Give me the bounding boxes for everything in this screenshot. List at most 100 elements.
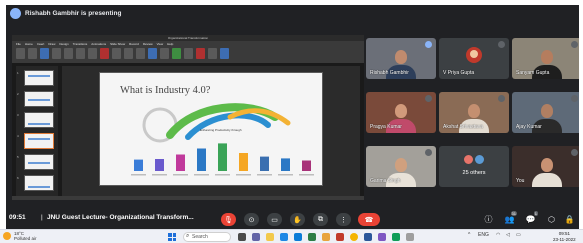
cut-icon [28, 48, 37, 59]
font-color-icon [100, 48, 109, 59]
store-icon[interactable] [322, 233, 330, 241]
separator: | [41, 214, 43, 221]
diagram-center-label: Enhancing Productivity through [200, 128, 242, 132]
ribbon-tab[interactable]: Record [129, 42, 139, 46]
bar-caption [173, 174, 188, 176]
chat-badge: 1 [533, 211, 538, 216]
chat-icon: 💬 [525, 215, 536, 224]
others-avatars-icon [463, 154, 485, 165]
current-slide: What is Industry 4.0? Enhancing Producti… [99, 72, 323, 186]
app-icon-2[interactable] [392, 233, 400, 241]
app-icon[interactable] [378, 233, 386, 241]
host-controls-button[interactable]: 🔒 [564, 214, 575, 225]
participant-tile[interactable]: Akshat Srivastava [439, 92, 509, 133]
meet-window: Rishabh Gambhir is presenting Organizati… [6, 5, 579, 229]
start-button[interactable] [168, 233, 176, 241]
mail-icon[interactable] [294, 233, 302, 241]
ribbon-tab[interactable]: File [16, 42, 21, 46]
raise-hand-button[interactable]: ✋ [290, 213, 305, 226]
camera-button[interactable]: ⊙ [244, 213, 259, 226]
ribbon-tab[interactable]: View [157, 42, 163, 46]
info-icon: ⓘ [484, 215, 493, 224]
diagram-bar [260, 156, 269, 171]
ribbon-tab[interactable]: Review [143, 42, 153, 46]
chrome-icon[interactable] [350, 233, 358, 241]
font-icon [64, 48, 73, 59]
mic-muted-icon [498, 41, 505, 48]
activities-button[interactable]: ⬡ [546, 214, 557, 225]
edge-icon[interactable] [280, 233, 288, 241]
slide-thumbnail[interactable] [24, 112, 54, 128]
slide-thumbnail[interactable] [24, 91, 54, 107]
slide-thumbnails: 1 2 3 4 5 6 [16, 66, 58, 196]
slide-thumbnail[interactable] [24, 154, 54, 170]
ribbon-tab[interactable]: Insert [37, 42, 45, 46]
participant-tile[interactable]: Sanyam Gupta [512, 38, 579, 79]
participant-avatar-icon [466, 47, 482, 63]
thumbnail-number: 4 [17, 134, 19, 138]
presenter-avatar-icon [10, 8, 21, 19]
task-view-icon[interactable] [238, 233, 246, 241]
meeting-details-button[interactable]: ⓘ [483, 214, 494, 225]
slide-thumbnail[interactable] [24, 133, 54, 149]
speaker-icon[interactable]: ◁ [506, 232, 510, 238]
participant-tile[interactable]: 25 others [439, 146, 509, 187]
participant-name: Garima Singh [370, 178, 401, 184]
slide-thumbnail[interactable] [24, 175, 54, 191]
presenting-text: Rishabh Gambhir is presenting [25, 10, 122, 17]
chat-button[interactable]: 💬 1 [525, 211, 538, 225]
weather-widget[interactable]: 18°C Polluted air [3, 231, 37, 241]
participants-button[interactable]: 👥 31 [504, 211, 517, 225]
ribbon-tab[interactable]: Animations [91, 42, 106, 46]
powerpoint-icon[interactable] [336, 233, 344, 241]
taskbar-search[interactable]: Search [183, 232, 231, 242]
leave-call-button[interactable]: ☎ [358, 213, 380, 226]
tray-chevron-icon[interactable]: ^ [468, 232, 470, 238]
word-icon[interactable] [364, 233, 372, 241]
ribbon-tab[interactable]: Home [25, 42, 33, 46]
bullets-icon [124, 48, 133, 59]
file-explorer-icon[interactable] [266, 233, 274, 241]
shapes-icon: ⬡ [548, 215, 555, 224]
present-icon: ⧉ [318, 215, 323, 223]
participant-tile[interactable]: Rishabh Gambhir [366, 38, 436, 79]
teams-icon[interactable] [252, 233, 260, 241]
participant-tile[interactable]: Pragya Kumar [366, 92, 436, 133]
captions-button[interactable]: ▭ [267, 213, 282, 226]
ribbon-tab[interactable]: Help [167, 42, 173, 46]
present-button[interactable]: ⧉ [313, 213, 328, 226]
bar-caption [299, 174, 314, 176]
speaking-icon [425, 41, 432, 48]
layout-icon [52, 48, 61, 59]
meeting-controls-bar: 09:51 | JNU Guest Lecture- Organizationa… [6, 210, 579, 229]
mic-off-button[interactable]: 🎙 [221, 213, 236, 226]
shapes-icon [136, 48, 145, 59]
mic-muted-icon [571, 41, 578, 48]
excel-icon[interactable] [308, 233, 316, 241]
ribbon-tab[interactable]: Slide Show [110, 42, 125, 46]
lock-icon: 🔒 [564, 215, 575, 224]
language-indicator[interactable]: ENG [478, 232, 489, 238]
taskbar-clock[interactable]: 09:51 23-11-2022 [553, 231, 576, 242]
more-options-button[interactable]: ⋮ [336, 213, 351, 226]
participant-tile[interactable]: You [512, 146, 579, 187]
ribbon-tab[interactable]: Design [59, 42, 68, 46]
wifi-icon[interactable]: ◠ [496, 232, 500, 238]
ppt-statusbar [12, 196, 364, 200]
new-slide-icon [40, 48, 49, 59]
participant-tile[interactable]: Ajay Kumar [512, 92, 579, 133]
ribbon-tab[interactable]: Draw [48, 42, 55, 46]
mic-muted-icon [425, 95, 432, 102]
battery-icon[interactable]: ▭ [516, 232, 521, 238]
windows-taskbar: 18°C Polluted air Search ^ ENG ◠ ◁ ▭ 09:… [0, 229, 583, 243]
ribbon-tab[interactable]: Transitions [73, 42, 88, 46]
swoosh-blue [185, 112, 271, 140]
industry-diagram: Enhancing Productivity through [131, 103, 314, 176]
participant-tile[interactable]: V Priya Gupta [439, 38, 509, 79]
bar-caption [194, 174, 209, 176]
presenting-banner: Rishabh Gambhir is presenting [6, 5, 579, 22]
app-icon-3[interactable] [406, 233, 414, 241]
thumbnail-number: 3 [17, 113, 19, 117]
participant-tile[interactable]: Garima Singh [366, 146, 436, 187]
slide-thumbnail[interactable] [24, 70, 54, 86]
